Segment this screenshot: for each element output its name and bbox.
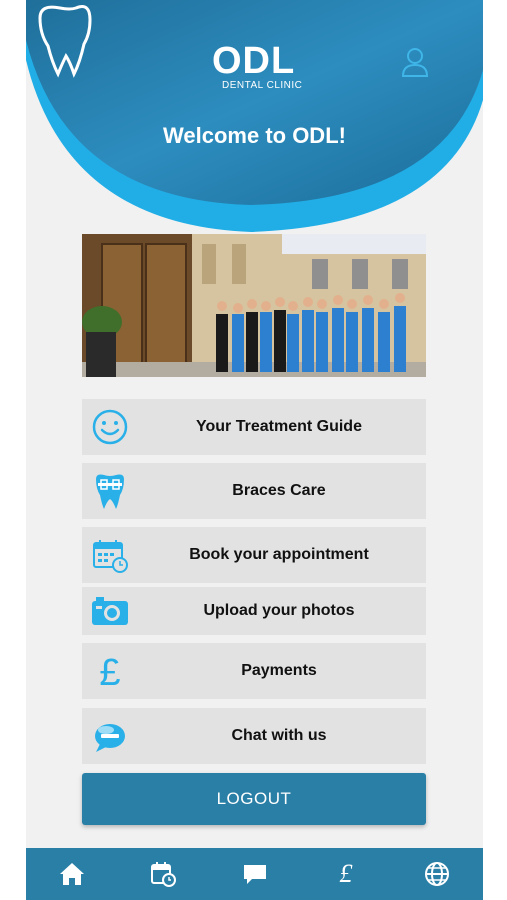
logout-button[interactable]: LOGOUT <box>82 773 426 825</box>
menu-item-label: Chat with us <box>231 727 327 744</box>
smiley-icon <box>92 409 128 445</box>
pound-icon: £ <box>339 859 353 888</box>
menu-item-book-appointment[interactable]: Book your appointment <box>82 527 426 583</box>
menu-item-chat[interactable]: Chat with us <box>82 708 426 764</box>
menu-item-label: Book your appointment <box>189 546 369 563</box>
menu-item-label: Payments <box>241 662 317 679</box>
app-screen: ODL DENTAL CLINIC Welcome to ODL! Your T… <box>26 0 483 900</box>
nav-home[interactable] <box>26 848 117 900</box>
menu-item-treatment-guide[interactable]: Your Treatment Guide <box>82 399 426 455</box>
menu-item-braces-care[interactable]: Braces Care <box>82 463 426 519</box>
camera-icon <box>92 597 128 625</box>
chat-bubble-icon <box>243 865 266 884</box>
profile-button[interactable] <box>400 46 430 78</box>
nav-messages[interactable] <box>209 848 300 900</box>
calendar-clock-icon <box>93 540 128 573</box>
logo-name: ODL <box>212 40 296 82</box>
tooth-braces-icon <box>96 474 124 509</box>
nav-appointments[interactable] <box>117 848 208 900</box>
menu-item-upload-photos[interactable]: Upload your photos <box>82 587 426 635</box>
clinic-team-photo <box>82 234 426 377</box>
svg-text:£: £ <box>99 652 120 691</box>
user-icon <box>401 48 429 77</box>
welcome-title: Welcome to ODL! <box>163 123 346 148</box>
home-icon <box>59 863 84 885</box>
menu-item-label: Braces Care <box>232 482 326 499</box>
logo-subtitle: DENTAL CLINIC <box>222 80 303 91</box>
globe-icon <box>425 862 450 886</box>
menu-item-label: Upload your photos <box>203 602 355 619</box>
live-chat-icon <box>95 724 125 752</box>
menu-item-label: Your Treatment Guide <box>196 418 362 435</box>
nav-website[interactable] <box>392 848 483 900</box>
tooth-logo-icon <box>38 5 92 78</box>
nav-payments[interactable]: £ <box>300 848 391 900</box>
pound-icon: £ <box>99 652 120 691</box>
calendar-icon <box>151 862 177 887</box>
menu-item-payments[interactable]: £ Payments <box>82 643 426 699</box>
bottom-navigation: £ <box>26 848 483 900</box>
header: ODL DENTAL CLINIC Welcome to ODL! <box>26 0 483 240</box>
